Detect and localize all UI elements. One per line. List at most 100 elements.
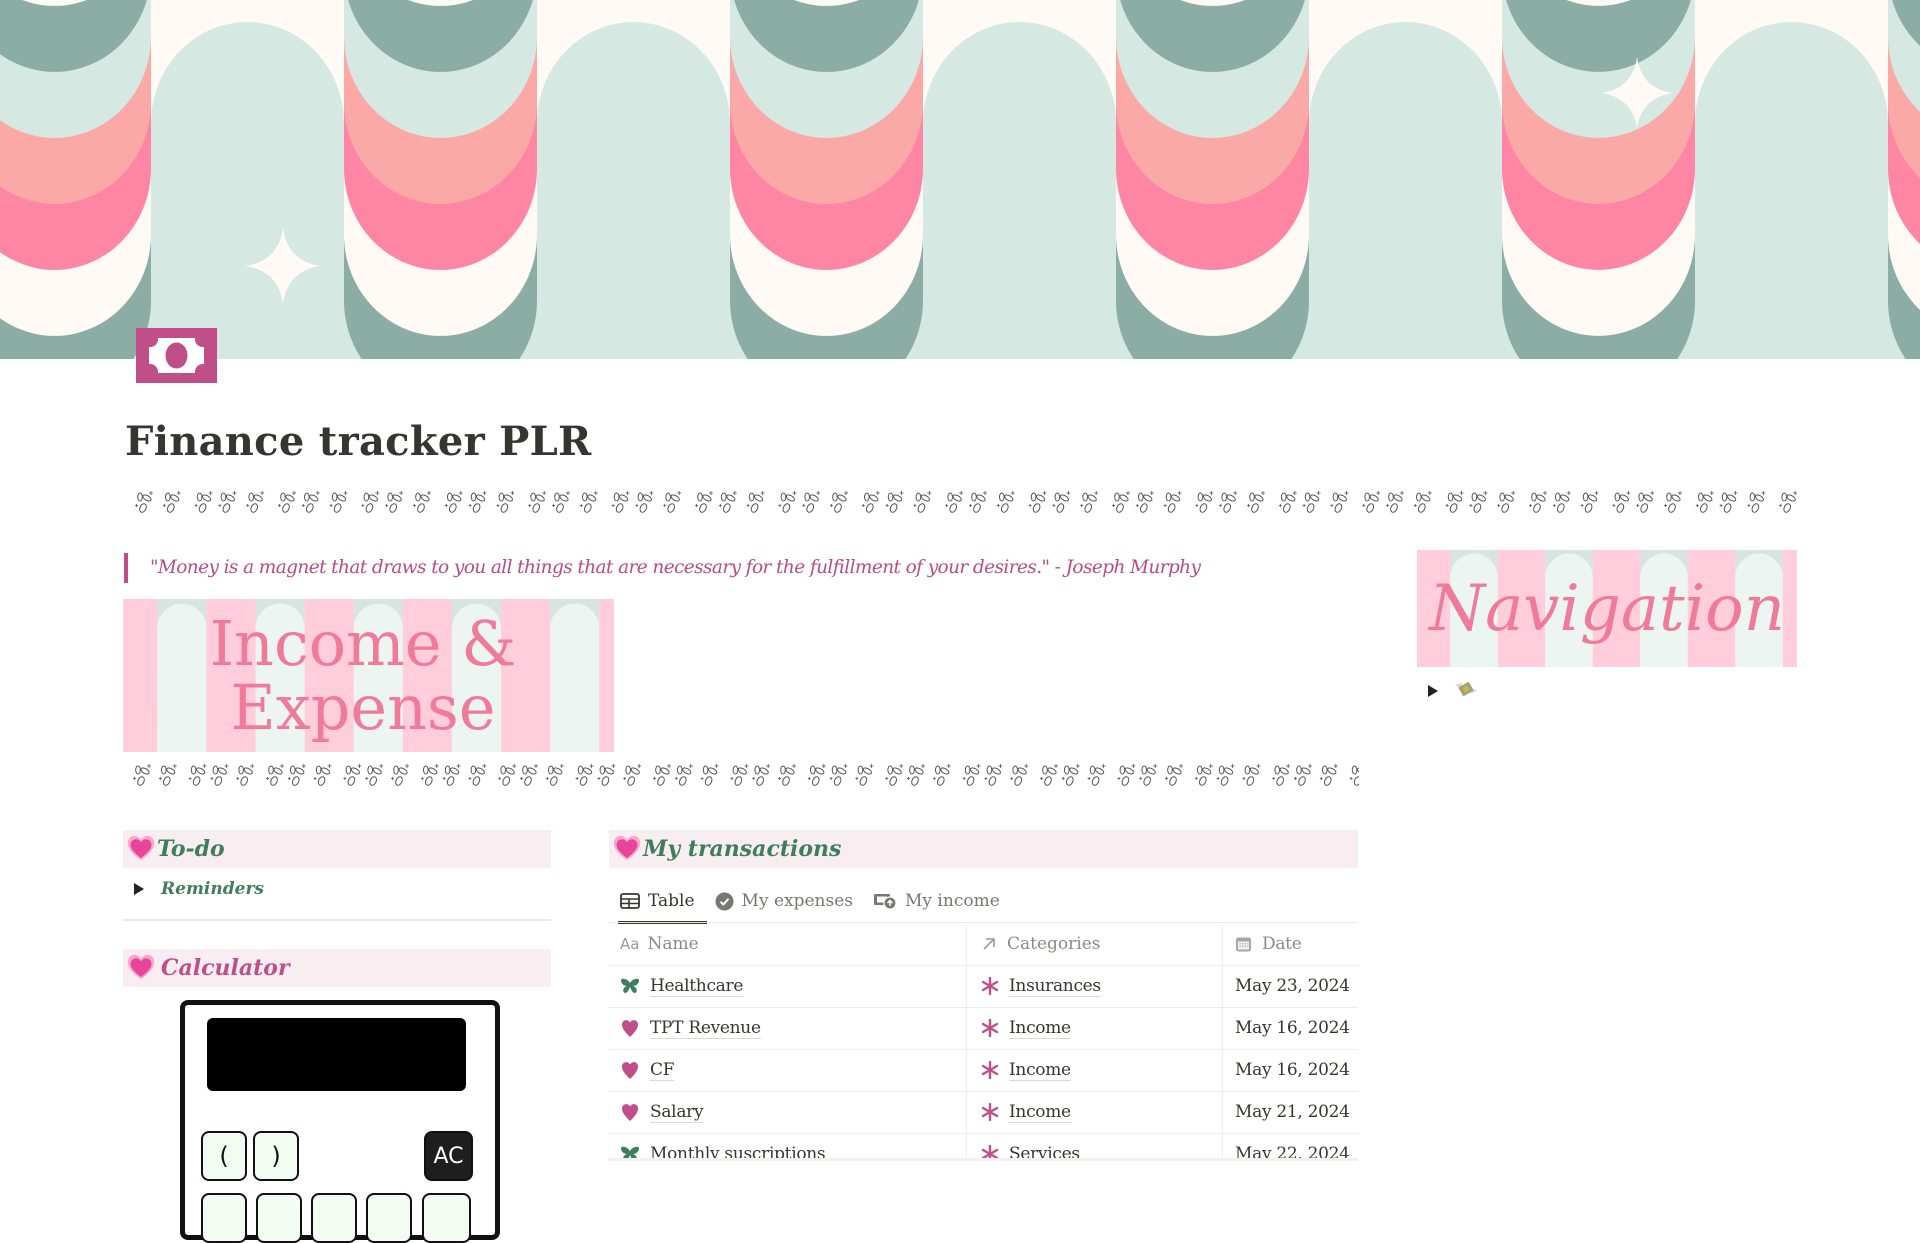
calc-key[interactable] xyxy=(201,1193,247,1243)
table-icon xyxy=(620,893,640,909)
coins-icon xyxy=(442,764,461,786)
calculator-heading-text: Calculator xyxy=(161,955,290,981)
cell-date[interactable]: May 16, 2024 xyxy=(1223,1049,1358,1091)
row-name-link[interactable]: CF xyxy=(650,1060,675,1081)
coins-icon xyxy=(802,491,821,513)
category-link[interactable]: Income xyxy=(1009,1102,1071,1123)
view-tabs: Table My expenses My income xyxy=(608,880,1020,924)
coins-icon xyxy=(1040,764,1058,786)
calculator-display xyxy=(207,1018,466,1091)
table-row[interactable]: TPT Revenue Income May 16, 2024 xyxy=(608,1007,1358,1050)
row-name-link[interactable]: Monthly suscriptions xyxy=(650,1144,826,1160)
table-row[interactable]: CF Income May 16, 2024 xyxy=(608,1049,1358,1092)
cell-category[interactable]: Income xyxy=(967,1091,1223,1133)
cell-date[interactable]: May 16, 2024 xyxy=(1223,1007,1358,1049)
tab-table[interactable]: Table xyxy=(618,880,707,924)
coins-icon xyxy=(969,491,987,513)
income-expense-banner: Income & Expense xyxy=(123,599,614,752)
cell-date[interactable]: May 22, 2024 xyxy=(1223,1133,1358,1159)
coins-icon xyxy=(907,764,925,786)
category-link[interactable]: Income xyxy=(1009,1060,1071,1081)
coins-icon xyxy=(1386,491,1404,513)
reminders-label[interactable]: Reminders xyxy=(161,879,264,899)
calc-key[interactable] xyxy=(256,1193,302,1243)
text-aa-icon: Aa xyxy=(620,935,640,953)
coins-icon xyxy=(1497,491,1516,513)
row-name-link[interactable]: Salary xyxy=(650,1102,704,1123)
category-link[interactable]: Income xyxy=(1009,1018,1071,1039)
heart-icon xyxy=(620,1060,640,1080)
cell-name[interactable]: Healthcare xyxy=(608,965,967,1007)
table-row[interactable]: Monthly suscriptions Services May 22, 20… xyxy=(608,1133,1358,1159)
column-label: Categories xyxy=(1007,934,1101,954)
cell-date[interactable]: May 23, 2024 xyxy=(1223,965,1358,1007)
table-header-row: Aa Name Categories Date xyxy=(608,923,1358,966)
column-header-categories[interactable]: Categories xyxy=(967,923,1223,965)
column-header-date[interactable]: Date xyxy=(1223,923,1358,965)
coins-icon xyxy=(962,764,981,786)
table-row[interactable]: Healthcare Insurances May 23, 2024 xyxy=(608,965,1358,1008)
calc-key-open-paren[interactable]: ( xyxy=(201,1131,247,1181)
coins-icon xyxy=(730,764,749,786)
calc-key-all-clear[interactable]: AC xyxy=(424,1131,473,1181)
todo-heading: To-do xyxy=(123,830,551,868)
coins-icon xyxy=(1061,764,1080,786)
growing-heart-icon xyxy=(127,955,155,979)
cell-category[interactable]: Income xyxy=(967,1049,1223,1091)
category-link[interactable]: Services xyxy=(1009,1144,1080,1160)
coins-icon xyxy=(194,491,213,513)
coins-icon xyxy=(1413,491,1432,513)
coins-icon xyxy=(623,764,642,786)
coins-icon xyxy=(635,491,654,513)
coins-icon xyxy=(1319,764,1338,786)
coins-icon xyxy=(1529,491,1547,513)
check-circle-icon xyxy=(715,892,734,911)
row-name-link[interactable]: TPT Revenue xyxy=(650,1018,761,1039)
table-row[interactable]: Salary Income May 21, 2024 xyxy=(608,1091,1358,1134)
tab-my-income[interactable]: My income xyxy=(873,880,1000,922)
heart-icon xyxy=(620,1102,640,1122)
page-title[interactable]: Finance tracker PLR xyxy=(125,418,592,465)
coins-icon xyxy=(945,491,964,513)
column-header-name[interactable]: Aa Name xyxy=(608,923,967,965)
reminders-toggle[interactable]: Reminders xyxy=(134,877,264,901)
coins-icon xyxy=(575,764,594,786)
toggle-triangle-icon[interactable] xyxy=(134,883,144,895)
coins-icon xyxy=(343,764,362,786)
coins-icon xyxy=(468,491,487,513)
coins-icon xyxy=(913,491,932,513)
coins-icon xyxy=(444,491,463,513)
toggle-triangle-icon[interactable] xyxy=(1428,685,1438,697)
coins-icon xyxy=(1028,491,1047,513)
tab-my-expenses[interactable]: My expenses xyxy=(715,880,853,922)
category-link[interactable]: Insurances xyxy=(1009,976,1101,997)
coins-icon xyxy=(528,491,547,513)
calc-key[interactable] xyxy=(311,1193,357,1243)
cell-name[interactable]: TPT Revenue xyxy=(608,1007,967,1049)
coins-icon xyxy=(663,491,682,513)
coins-icon xyxy=(1695,491,1714,513)
heart-icon xyxy=(620,1018,640,1038)
cell-category[interactable]: Insurances xyxy=(967,965,1223,1007)
cell-name[interactable]: Monthly suscriptions xyxy=(608,1133,967,1159)
coins-icon xyxy=(1163,491,1182,513)
cell-name[interactable]: Salary xyxy=(608,1091,967,1133)
cell-category[interactable]: Income xyxy=(967,1007,1223,1049)
row-name-link[interactable]: Healthcare xyxy=(650,976,743,997)
calc-key-close-paren[interactable]: ) xyxy=(253,1131,299,1181)
calc-key[interactable] xyxy=(366,1193,412,1243)
cell-date[interactable]: May 21, 2024 xyxy=(1223,1091,1358,1133)
coins-icon xyxy=(984,764,1003,786)
coins-icon xyxy=(158,764,177,786)
cell-name[interactable]: CF xyxy=(608,1049,967,1091)
calc-key[interactable] xyxy=(422,1193,471,1243)
coins-icon xyxy=(1445,491,1464,513)
coins-icon xyxy=(611,491,630,513)
dollar-banknote-icon[interactable] xyxy=(136,328,217,383)
coins-icon xyxy=(653,764,671,786)
banner-line-1: Income & xyxy=(210,607,517,680)
coins-icon xyxy=(188,764,207,786)
cell-category[interactable]: Services xyxy=(967,1133,1223,1159)
coins-icon xyxy=(861,491,880,513)
navigation-toggle[interactable] xyxy=(1428,680,1479,702)
